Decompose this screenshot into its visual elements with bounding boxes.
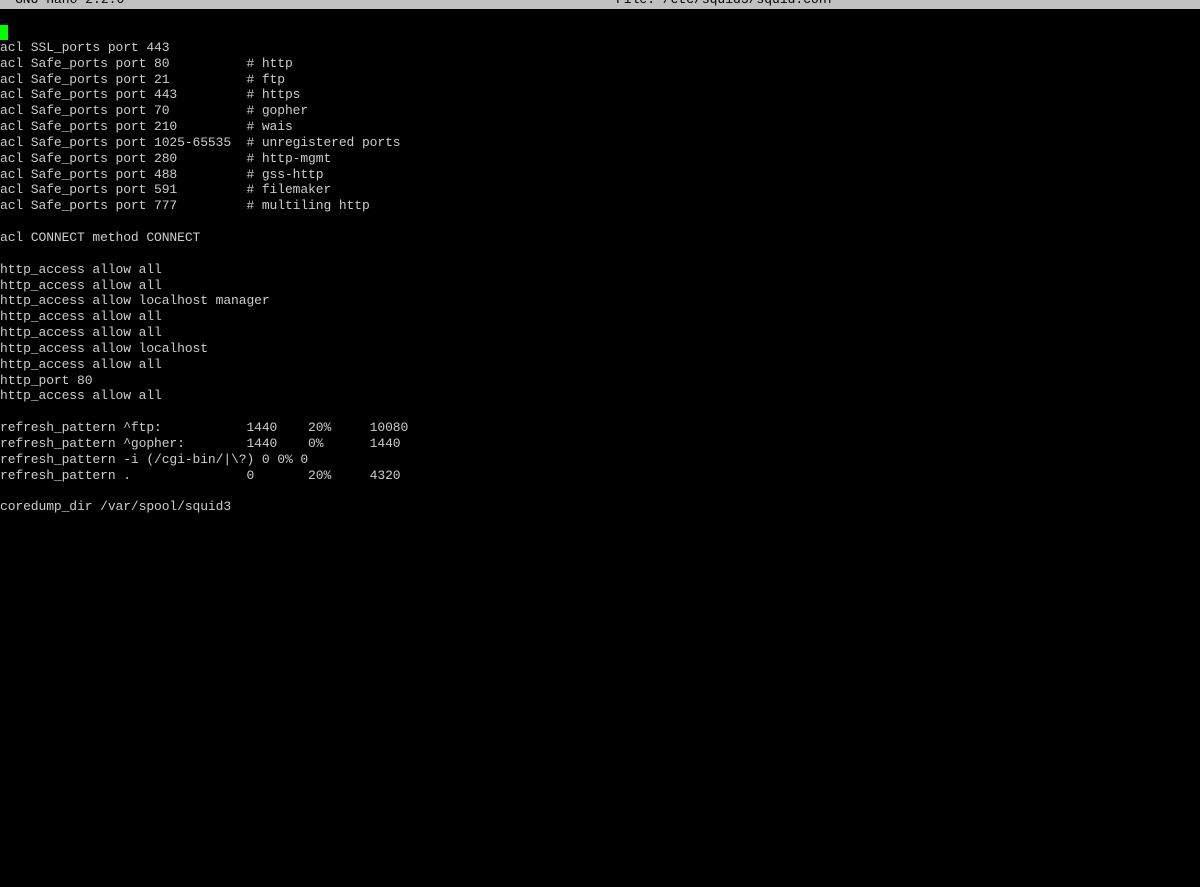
editor-line[interactable]: acl Safe_ports port 443 # https	[0, 87, 1200, 103]
editor-line[interactable]: http_access allow all	[0, 357, 1200, 373]
text-cursor	[0, 25, 8, 40]
editor-line[interactable]: acl CONNECT method CONNECT	[0, 230, 1200, 246]
editor-line[interactable]: acl Safe_ports port 80 # http	[0, 56, 1200, 72]
editor-line[interactable]: http_access allow all	[0, 325, 1200, 341]
app-version-label: GNU nano 2.2.6	[15, 0, 124, 8]
cursor-line[interactable]	[0, 24, 1200, 40]
editor-line[interactable]: http_access allow all	[0, 262, 1200, 278]
editor-line[interactable]: refresh_pattern ^gopher: 1440 0% 1440	[0, 436, 1200, 452]
editor-line[interactable]: http_access allow all	[0, 309, 1200, 325]
file-name-label: File: /etc/squid3/squid.conf	[616, 0, 834, 8]
editor-line[interactable]: refresh_pattern . 0 20% 4320	[0, 468, 1200, 484]
editor-line[interactable]	[0, 483, 1200, 499]
editor-line[interactable]: http_access allow all	[0, 388, 1200, 404]
editor-line[interactable]: acl Safe_ports port 280 # http-mgmt	[0, 151, 1200, 167]
editor-line[interactable]: http_access allow localhost manager	[0, 293, 1200, 309]
editor-line[interactable]	[0, 404, 1200, 420]
editor-line[interactable]: http_access allow localhost	[0, 341, 1200, 357]
nano-title-bar: GNU nano 2.2.6 File: /etc/squid3/squid.c…	[0, 0, 1200, 9]
editor-line[interactable]: acl Safe_ports port 210 # wais	[0, 119, 1200, 135]
editor-line[interactable]: http_access allow all	[0, 278, 1200, 294]
editor-line[interactable]: acl Safe_ports port 591 # filemaker	[0, 182, 1200, 198]
editor-line[interactable]: acl SSL_ports port 443	[0, 40, 1200, 56]
editor-line[interactable]: coredump_dir /var/spool/squid3	[0, 499, 1200, 515]
editor-line[interactable]: acl Safe_ports port 1025-65535 # unregis…	[0, 135, 1200, 151]
editor-line[interactable]: refresh_pattern -i (/cgi-bin/|\?) 0 0% 0	[0, 452, 1200, 468]
editor-line[interactable]	[0, 246, 1200, 262]
editor-line[interactable]: acl Safe_ports port 488 # gss-http	[0, 167, 1200, 183]
editor-text-area[interactable]: acl SSL_ports port 443 acl Safe_ports po…	[0, 24, 1200, 515]
editor-line[interactable]: http_port 80	[0, 373, 1200, 389]
editor-line[interactable]: acl Safe_ports port 777 # multiling http	[0, 198, 1200, 214]
editor-line[interactable]	[0, 214, 1200, 230]
editor-line[interactable]: acl Safe_ports port 70 # gopher	[0, 103, 1200, 119]
editor-line[interactable]: refresh_pattern ^ftp: 1440 20% 10080	[0, 420, 1200, 436]
editor-line[interactable]: acl Safe_ports port 21 # ftp	[0, 72, 1200, 88]
